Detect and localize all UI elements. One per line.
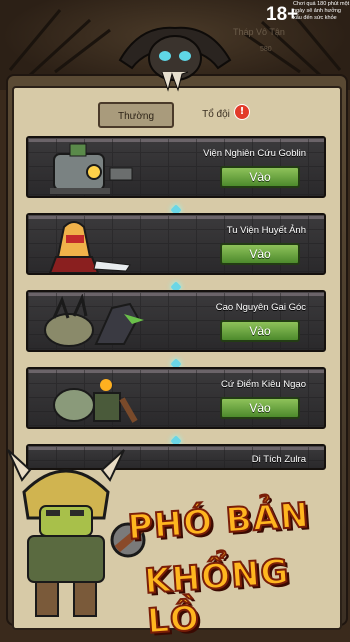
enter-button[interactable]: Vào <box>220 243 300 265</box>
dungeon-name: Tu Viện Huyết Ảnh <box>226 225 306 236</box>
enter-button[interactable]: Vào <box>220 320 300 342</box>
background-title: Tháp Vô Tận <box>233 27 285 37</box>
promo-banner-line2: KHỔNG LỒ <box>142 551 292 642</box>
age-rating-badge: 18+ <box>266 4 299 25</box>
dungeon-name: Viện Nghiên Cứu Goblin <box>203 148 306 159</box>
blood-monk-icon <box>48 221 131 273</box>
alert-badge-icon: ! <box>234 104 250 120</box>
enter-button[interactable]: Vào <box>220 397 300 419</box>
dungeon-card: Viện Nghiên Cứu Goblin Vào <box>26 136 326 198</box>
orc-stronghold-icon <box>53 379 138 423</box>
dungeon-name: Cao Nguyên Gai Góc <box>215 302 306 313</box>
dungeon-card: Cứ Điểm Kiêu Ngạo Vào <box>26 367 326 429</box>
background-number: 580 <box>260 46 272 53</box>
skull-emblem-icon <box>118 26 232 92</box>
thorn-beast-icon <box>44 294 144 347</box>
dungeon-card: Tu Viện Huyết Ảnh Vào <box>26 213 326 275</box>
goblin-mech-icon <box>50 143 133 194</box>
dungeon-card: Cao Nguyên Gai Góc Vào <box>26 290 326 352</box>
playtime-warning: Chơi quá 180 phút một ngày sẽ ảnh hưởng … <box>293 1 350 21</box>
tab-normal[interactable]: Thường <box>98 102 174 128</box>
enter-button[interactable]: Vào <box>220 166 300 188</box>
dungeon-name: Cứ Điểm Kiêu Ngạo <box>220 379 306 390</box>
dungeon-name: Di Tích Zulra <box>251 454 306 465</box>
